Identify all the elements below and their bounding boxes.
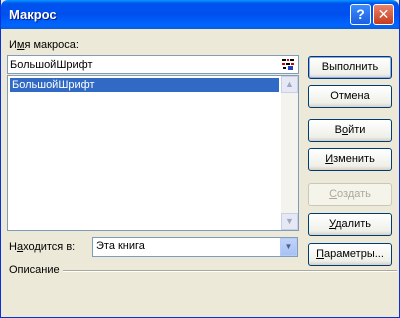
title-bar[interactable]: Макрос ? ✕	[1, 0, 399, 29]
options-button[interactable]: Параметры...	[308, 243, 392, 266]
create-button: Создать	[308, 183, 392, 206]
location-label: Находится в:	[9, 241, 76, 253]
vertical-scrollbar[interactable]: ▲ ▼	[281, 76, 298, 230]
description-text	[7, 282, 395, 310]
edit-button[interactable]: Изменить	[308, 148, 392, 171]
run-button[interactable]: Выполнить	[308, 56, 392, 79]
description-divider	[63, 270, 397, 272]
close-icon: ✕	[377, 6, 390, 22]
cancel-button[interactable]: Отмена	[308, 85, 392, 108]
list-item-selected[interactable]: БольшойШрифт	[10, 78, 279, 92]
chevron-down-icon[interactable]: ▼	[280, 238, 297, 256]
macro-name-input[interactable]	[10, 57, 278, 72]
macro-name-label: Имя макроса:	[9, 39, 79, 51]
macro-name-field[interactable]	[7, 55, 299, 74]
macro-record-icon[interactable]	[281, 58, 295, 71]
step-into-button[interactable]: Войти	[308, 119, 392, 142]
description-label: Описание	[9, 264, 60, 276]
help-button[interactable]: ?	[350, 4, 371, 25]
scroll-down-icon[interactable]: ▼	[281, 213, 298, 230]
window-title: Макрос	[9, 7, 57, 22]
location-select[interactable]: Эта книга ▼	[92, 237, 298, 257]
close-button[interactable]: ✕	[373, 4, 394, 25]
scroll-up-icon[interactable]: ▲	[281, 76, 298, 93]
help-icon: ?	[356, 6, 365, 22]
macro-listbox[interactable]: БольшойШрифт ▲ ▼	[7, 75, 299, 231]
delete-button[interactable]: Удалить	[308, 213, 392, 236]
location-value: Эта книга	[96, 240, 145, 252]
macro-dialog: Макрос ? ✕ Имя макроса: БольшойШрифт ▲ ▼	[0, 0, 400, 318]
